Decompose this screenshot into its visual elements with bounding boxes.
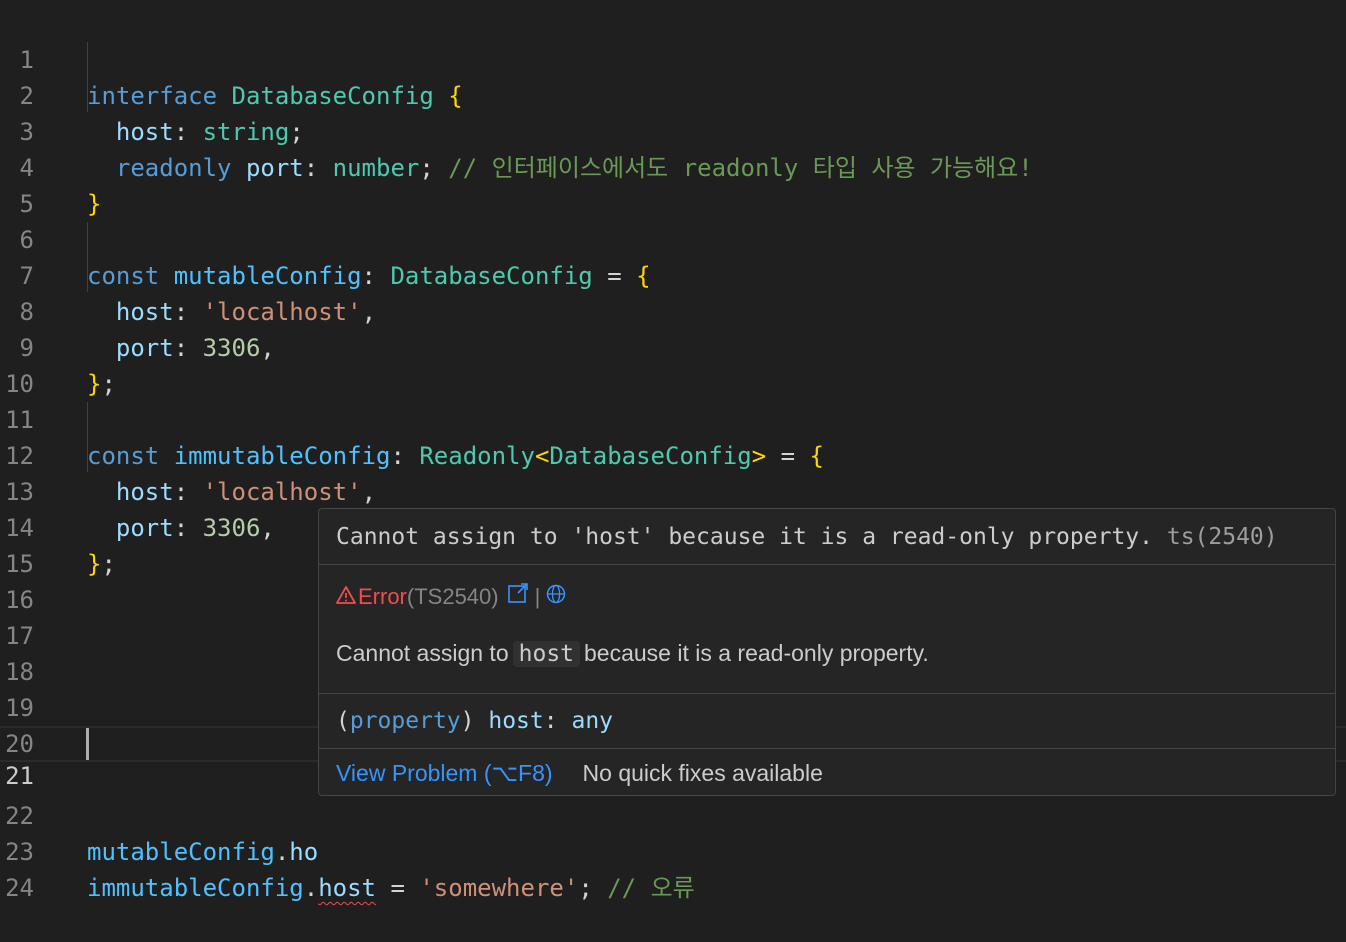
code-text: immutableConfig.host = 'somewhere'; // 오… bbox=[87, 874, 695, 902]
error-label: Error bbox=[358, 584, 407, 609]
external-link-icon[interactable] bbox=[507, 577, 529, 617]
code-line[interactable]: 4 } bbox=[0, 114, 1346, 218]
code-line[interactable]: 11 const immutableConfig: Readonly<Datab… bbox=[0, 366, 1346, 470]
hover-ts-code: ts(2540) bbox=[1166, 524, 1278, 550]
code-line[interactable]: 1 interface DatabaseConfig { bbox=[0, 6, 1346, 110]
code-line[interactable]: 5 bbox=[0, 150, 1346, 218]
hover-message: Cannot assign to 'host' because it is a … bbox=[336, 524, 1153, 550]
error-hover-widget[interactable]: Cannot assign to 'host' because it is a … bbox=[318, 508, 1336, 796]
code-line[interactable]: 14 }; bbox=[0, 474, 1346, 578]
code-line[interactable]: 24 bbox=[0, 834, 1346, 902]
error-header: Error(TS2540) | bbox=[336, 577, 566, 617]
code-line[interactable]: 7 host: 'localhost', bbox=[0, 222, 1346, 326]
detail-prefix: Cannot assign to bbox=[336, 640, 509, 666]
detail-suffix: because it is a read-only property. bbox=[584, 640, 929, 666]
code-line[interactable]: 13 port: 3306, bbox=[0, 438, 1346, 542]
line-number: 24 bbox=[5, 874, 34, 902]
hover-message-row: Cannot assign to 'host' because it is a … bbox=[319, 509, 1335, 565]
detail-inline-code: host bbox=[512, 641, 581, 667]
error-squiggle: host bbox=[318, 874, 376, 902]
error-code: (TS2540) bbox=[406, 584, 499, 609]
code-editor[interactable]: 1 interface DatabaseConfig { 2 host: str… bbox=[0, 0, 1346, 902]
code-line[interactable]: 3 readonly port: number; // 인터페이스에서도 rea… bbox=[0, 78, 1346, 182]
view-problem-link[interactable]: View Problem (⌥F8) bbox=[336, 760, 553, 786]
error-detail: Cannot assign to host because it is a read… bbox=[336, 633, 929, 673]
warning-triangle-icon bbox=[336, 577, 358, 617]
separator: | bbox=[534, 584, 541, 609]
code-line[interactable]: 10 bbox=[0, 330, 1346, 398]
code-line[interactable]: 6 const mutableConfig: DatabaseConfig = … bbox=[0, 186, 1346, 290]
code-line[interactable]: 9 }; bbox=[0, 294, 1346, 398]
code-line[interactable]: 8 port: 3306, bbox=[0, 258, 1346, 362]
globe-icon[interactable] bbox=[546, 577, 566, 617]
hover-status-bar: View Problem (⌥F8) No quick fixes availab… bbox=[319, 749, 1335, 795]
text-cursor bbox=[86, 728, 89, 760]
no-quick-fixes-label: No quick fixes available bbox=[582, 760, 823, 786]
code-line[interactable]: 23 immutableConfig.host = 'somewhere'; /… bbox=[0, 798, 1346, 902]
code-line[interactable]: 12 host: 'localhost', bbox=[0, 402, 1346, 506]
code-line[interactable]: 2 host: string; bbox=[0, 42, 1346, 146]
type-signature: (property) host: any bbox=[319, 693, 1335, 749]
